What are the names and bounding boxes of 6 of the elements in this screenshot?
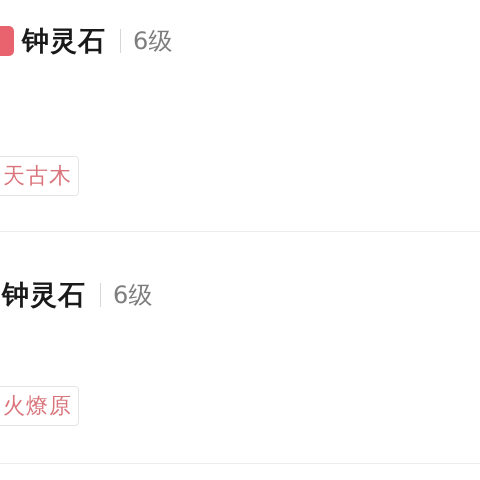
level-label: 6级 <box>133 26 172 57</box>
tag: 天古木 <box>0 156 79 196</box>
item-title: 钟灵石 <box>2 279 86 313</box>
item-title: 钟灵石 <box>22 25 106 59</box>
tag: 火燎原 <box>0 386 79 426</box>
level-label: 6级 <box>113 280 152 311</box>
